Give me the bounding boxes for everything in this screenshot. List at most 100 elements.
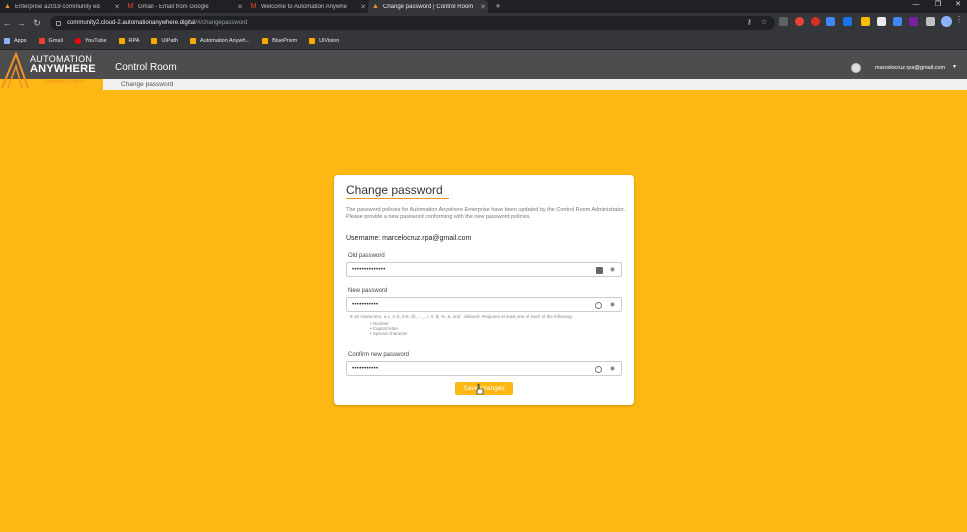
aa-icon: ▲ [4,3,11,10]
bookmark-label: YouTube [84,38,107,44]
back-icon[interactable]: ← [0,16,14,30]
password-hint: 8-15 characters, a-z, A-Z, 0-9, @, -, _,… [350,314,573,319]
bookmark-item[interactable]: BluePrism [262,38,297,44]
key-icon[interactable]: ⚷ [747,18,752,26]
new-password-label: New password [348,288,388,294]
logo-edition-text: Community Edition [43,79,85,85]
old-password-label: Old password [348,253,385,259]
window-close-icon[interactable]: ✕ [946,0,967,11]
aa-icon: ▲ [372,3,379,10]
bookmark-label: UiVision [319,38,340,44]
close-icon[interactable]: ✕ [478,3,488,11]
bookmark-item[interactable]: UiPath [151,38,178,44]
bookmark-item[interactable]: YouTube [74,38,107,44]
new-password-field[interactable]: ••••••••••• ◉ [346,297,622,312]
browser-tab-strip: ▲ Enterprise a2019 community ed ✕ M Gmai… [0,0,967,13]
browser-tab[interactable]: ▲ Enterprise a2019 community ed ✕ [0,0,122,13]
chevron-down-icon[interactable]: ▼ [952,64,957,70]
browser-tab-title: Enterprise a2019 community ed [15,3,100,10]
extensions-puzzle-icon[interactable] [926,17,935,26]
user-menu-email[interactable]: marcelocruz.rpa@gmail.com [875,65,945,71]
bookmark-item[interactable]: UiVision [309,38,339,44]
change-password-card: Change password The password policies fo… [334,175,634,405]
extension-icon[interactable] [893,17,902,26]
menu-kebab-icon[interactable]: ⋮ [955,15,963,27]
password-rules: Number Capital letter Special character [370,321,408,336]
lightbulb-icon[interactable] [595,366,602,373]
lock-icon [56,20,61,26]
automation-anywhere-logo[interactable]: AUTOMATION ANYWHERE Community Edition [0,50,103,90]
breadcrumb-bar [103,79,967,90]
breadcrumb: Change password [121,81,174,88]
bookmark-item[interactable]: Apps [4,38,27,44]
browser-tab-title: Gmail - Email from Google [138,3,209,10]
confirm-password-label: Confirm new password [348,352,410,358]
rule-item: Special character [370,331,408,336]
new-tab-button[interactable]: + [493,0,503,13]
bookmark-label: BluePrism [272,38,298,44]
folder-icon [189,38,196,44]
eye-slash-icon[interactable]: ◉ [609,267,616,274]
bookmark-label: Automation Anywh... [199,38,251,44]
bookmarks-bar: Apps Gmail YouTube RPA UiPath Automation… [0,33,967,50]
confirm-password-field[interactable]: ••••••••••• ◉ [346,361,622,376]
reload-icon[interactable]: ↻ [30,16,44,30]
profile-avatar[interactable] [941,16,952,27]
title-underline [346,198,449,199]
username-label: Username: marcelocruz.rpa@gmail.com [346,235,472,242]
folder-icon [151,38,158,44]
extension-icon[interactable] [795,17,804,26]
browser-tab-title: Change password | Control Room [383,3,474,10]
extension-icon[interactable] [909,17,918,26]
page-title: Change password [346,183,443,197]
extension-icon[interactable] [877,17,886,26]
extension-icon[interactable] [826,17,835,26]
browser-tab[interactable]: M Gmail - Email from Google ✕ [123,0,245,13]
folder-icon [262,38,269,44]
eye-slash-icon[interactable]: ◉ [609,366,616,373]
gmail-icon: M [250,3,257,10]
confirm-password-value: ••••••••••• [352,366,379,372]
url-host: community2.cloud-2.automationanywhere.di… [67,20,196,26]
minimize-icon[interactable]: — [904,0,928,11]
app-title: Control Room [115,62,177,73]
eye-slash-icon[interactable]: ◉ [609,302,616,309]
apps-grid-icon [4,38,10,44]
lightbulb-icon[interactable] [595,302,602,309]
logo-text: ANYWHERE [30,63,96,75]
star-icon[interactable]: ☆ [761,18,767,26]
url-path: /#/changepassword [195,20,248,26]
old-password-field[interactable]: •••••••••••••• ◉ [346,262,622,277]
folder-icon [309,38,316,44]
close-icon[interactable]: ✕ [358,3,368,11]
close-icon[interactable]: ✕ [112,3,122,11]
bookmark-label: Apps [14,38,27,44]
keyboard-icon[interactable] [596,267,603,274]
bookmark-label: Gmail [48,38,63,44]
youtube-icon [74,38,81,44]
save-changes-button[interactable]: Save changes [455,382,513,395]
browser-tab[interactable]: M Welcome to Automation Anywhe ✕ [246,0,368,13]
address-bar-row: ← → ↻ community2.cloud-2.automationanywh… [0,13,967,33]
gmail-icon: M [127,3,134,10]
globe-icon[interactable] [851,63,861,73]
browser-tab-active[interactable]: ▲ Change password | Control Room ✕ [368,0,488,13]
new-password-value: ••••••••••• [352,302,379,308]
bookmark-label: UiPath [161,38,178,44]
extension-icon[interactable] [843,17,852,26]
bookmark-item[interactable]: Automation Anywh... [189,38,251,44]
bookmark-label: RPA [128,38,140,44]
extension-icon[interactable] [779,17,788,26]
close-icon[interactable]: ✕ [235,3,245,11]
extension-icon[interactable] [861,17,870,26]
bookmark-item[interactable]: Gmail [38,38,63,44]
forward-icon[interactable]: → [14,16,28,30]
hand-cursor-icon [476,383,484,395]
aa-logo-mark-icon [1,52,29,89]
policy-description: The password policies for Automation Any… [346,207,626,220]
extension-icon[interactable] [811,17,820,26]
url-input[interactable]: community2.cloud-2.automationanywhere.di… [50,16,775,30]
bookmark-item[interactable]: RPA [118,38,140,44]
old-password-value: •••••••••••••• [352,267,386,273]
gmail-icon [38,38,45,44]
